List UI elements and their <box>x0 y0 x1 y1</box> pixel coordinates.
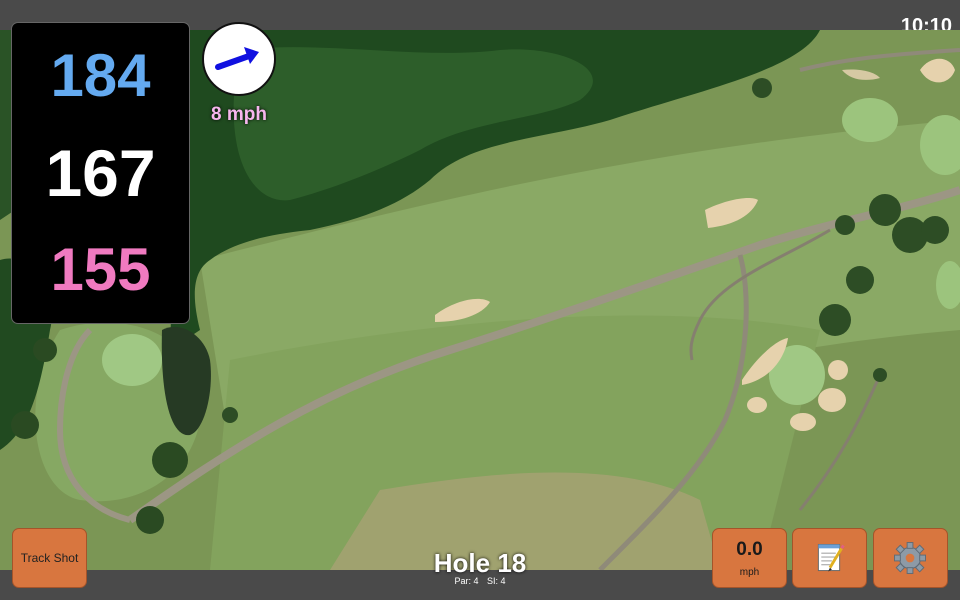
hole-details: Par: 4 SI: 4 <box>380 576 580 586</box>
track-shot-button[interactable]: Track Shot <box>12 528 87 588</box>
wind-dial <box>202 22 276 96</box>
front-distance: 155 <box>50 236 151 303</box>
speed-unit: mph <box>739 567 760 578</box>
wind-speed-label: 8 mph <box>211 104 267 125</box>
gear-icon <box>894 542 926 574</box>
notes-button[interactable] <box>792 528 867 588</box>
middle-distance: 167 <box>45 136 156 210</box>
track-shot-label: Track Shot <box>20 551 79 565</box>
distance-panel: 184 167 155 <box>11 22 190 324</box>
back-distance: 184 <box>50 42 151 109</box>
hole-stroke-index: SI: 4 <box>487 576 506 586</box>
speed-value: 0.0 <box>736 539 763 560</box>
hole-par: Par: 4 <box>454 576 479 586</box>
settings-button[interactable] <box>873 528 948 588</box>
wind-direction-arrow-icon <box>215 47 259 70</box>
hole-title: Hole 18 <box>433 548 527 578</box>
speed-button[interactable]: 0.0 mph <box>712 528 787 588</box>
notepad-icon <box>817 543 845 572</box>
